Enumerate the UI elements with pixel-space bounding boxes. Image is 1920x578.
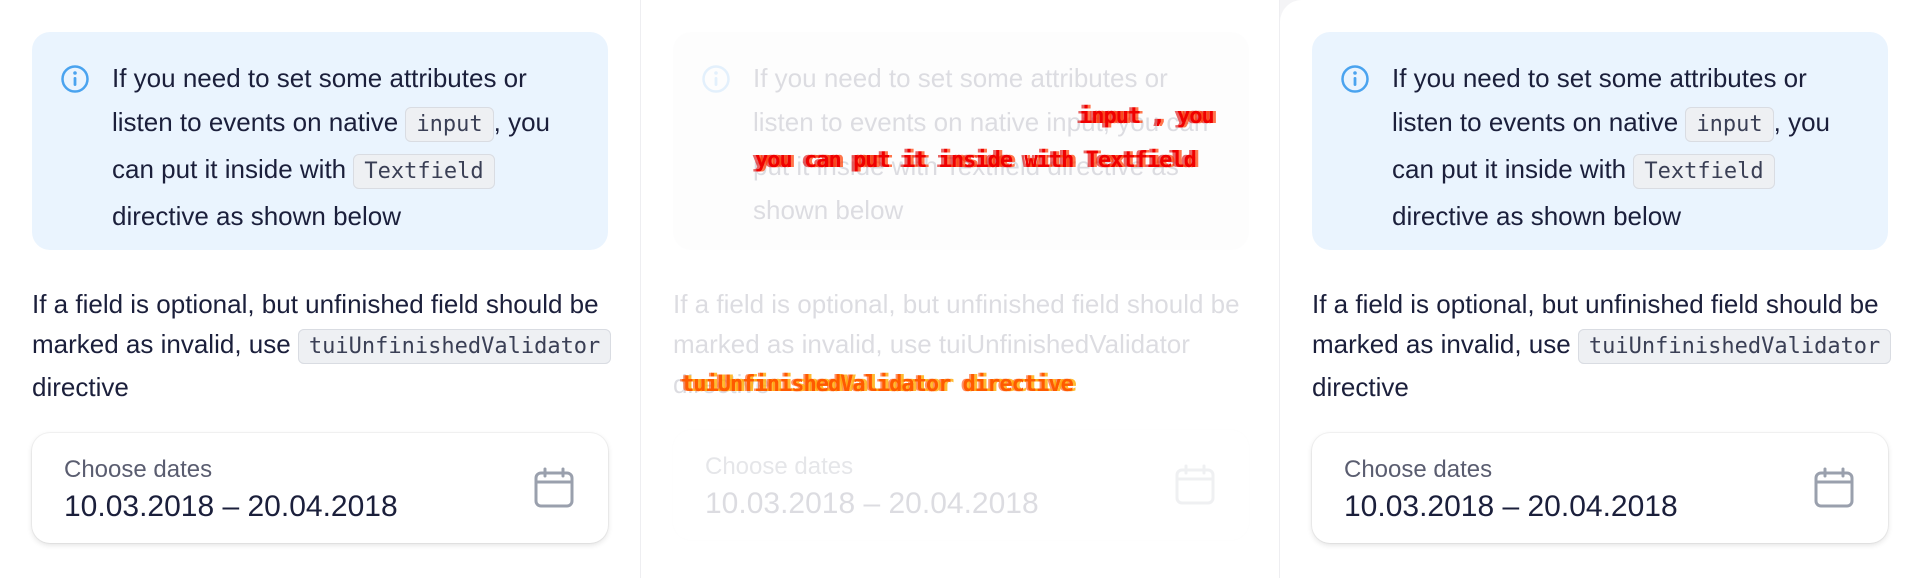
notice-text: If you need to set some attributes or li…	[753, 63, 1209, 225]
date-input-value[interactable]: 10.03.2018 – 20.04.2018	[1344, 487, 1856, 527]
code-validator: tuiUnfinishedValidator	[1577, 329, 1892, 364]
date-input-value[interactable]: 10.03.2018 – 20.04.2018	[705, 484, 1217, 524]
date-range-input[interactable]: Choose dates 10.03.2018 – 20.04.2018	[32, 433, 608, 543]
glitch-text-1: input , you	[1079, 104, 1215, 129]
notice-text: If you need to set some attributes or li…	[112, 63, 551, 231]
info-notice: If you need to set some attributes or li…	[673, 32, 1249, 250]
optional-field-paragraph: If a field is optional, but unfinished f…	[32, 284, 612, 407]
date-input-label: Choose dates	[705, 453, 854, 480]
date-input-value[interactable]: 10.03.2018 – 20.04.2018	[64, 487, 576, 527]
date-input-label: Choose dates	[1344, 456, 1493, 483]
calendar-icon[interactable]	[532, 466, 576, 510]
glitch-text-2: you can put it inside with Textfield	[755, 148, 1197, 173]
date-range-input[interactable]: Choose dates 10.03.2018 – 20.04.2018	[1312, 433, 1888, 543]
date-range-input[interactable]: Choose dates 10.03.2018 – 20.04.2018	[673, 430, 1249, 540]
panel-right: If you need to set some attributes or li…	[1280, 0, 1920, 578]
info-icon	[1341, 65, 1369, 93]
notice-text: If you need to set some attributes or li…	[1392, 63, 1831, 231]
calendar-icon[interactable]	[1173, 463, 1217, 507]
code-textfield: Textfield	[353, 154, 495, 189]
info-icon	[61, 65, 89, 93]
optional-field-paragraph: If a field is optional, but unfinished f…	[1312, 284, 1892, 407]
panel-left: If you need to set some attributes or li…	[0, 0, 640, 578]
code-textfield: Textfield	[1633, 154, 1775, 189]
info-notice: If you need to set some attributes or li…	[1312, 32, 1888, 250]
date-input-label: Choose dates	[64, 456, 213, 483]
screen: If you need to set some attributes or li…	[0, 0, 1920, 578]
calendar-icon[interactable]	[1812, 466, 1856, 510]
code-validator: tuiUnfinishedValidator	[297, 329, 612, 364]
info-icon	[702, 65, 730, 93]
code-input: input	[1685, 107, 1774, 142]
glitch-text-3: tuiUnfinishedValidator directive	[681, 372, 1074, 397]
panel-middle: If you need to set some attributes or li…	[640, 0, 1280, 578]
code-input: input	[405, 107, 494, 142]
info-notice: If you need to set some attributes or li…	[32, 32, 608, 250]
